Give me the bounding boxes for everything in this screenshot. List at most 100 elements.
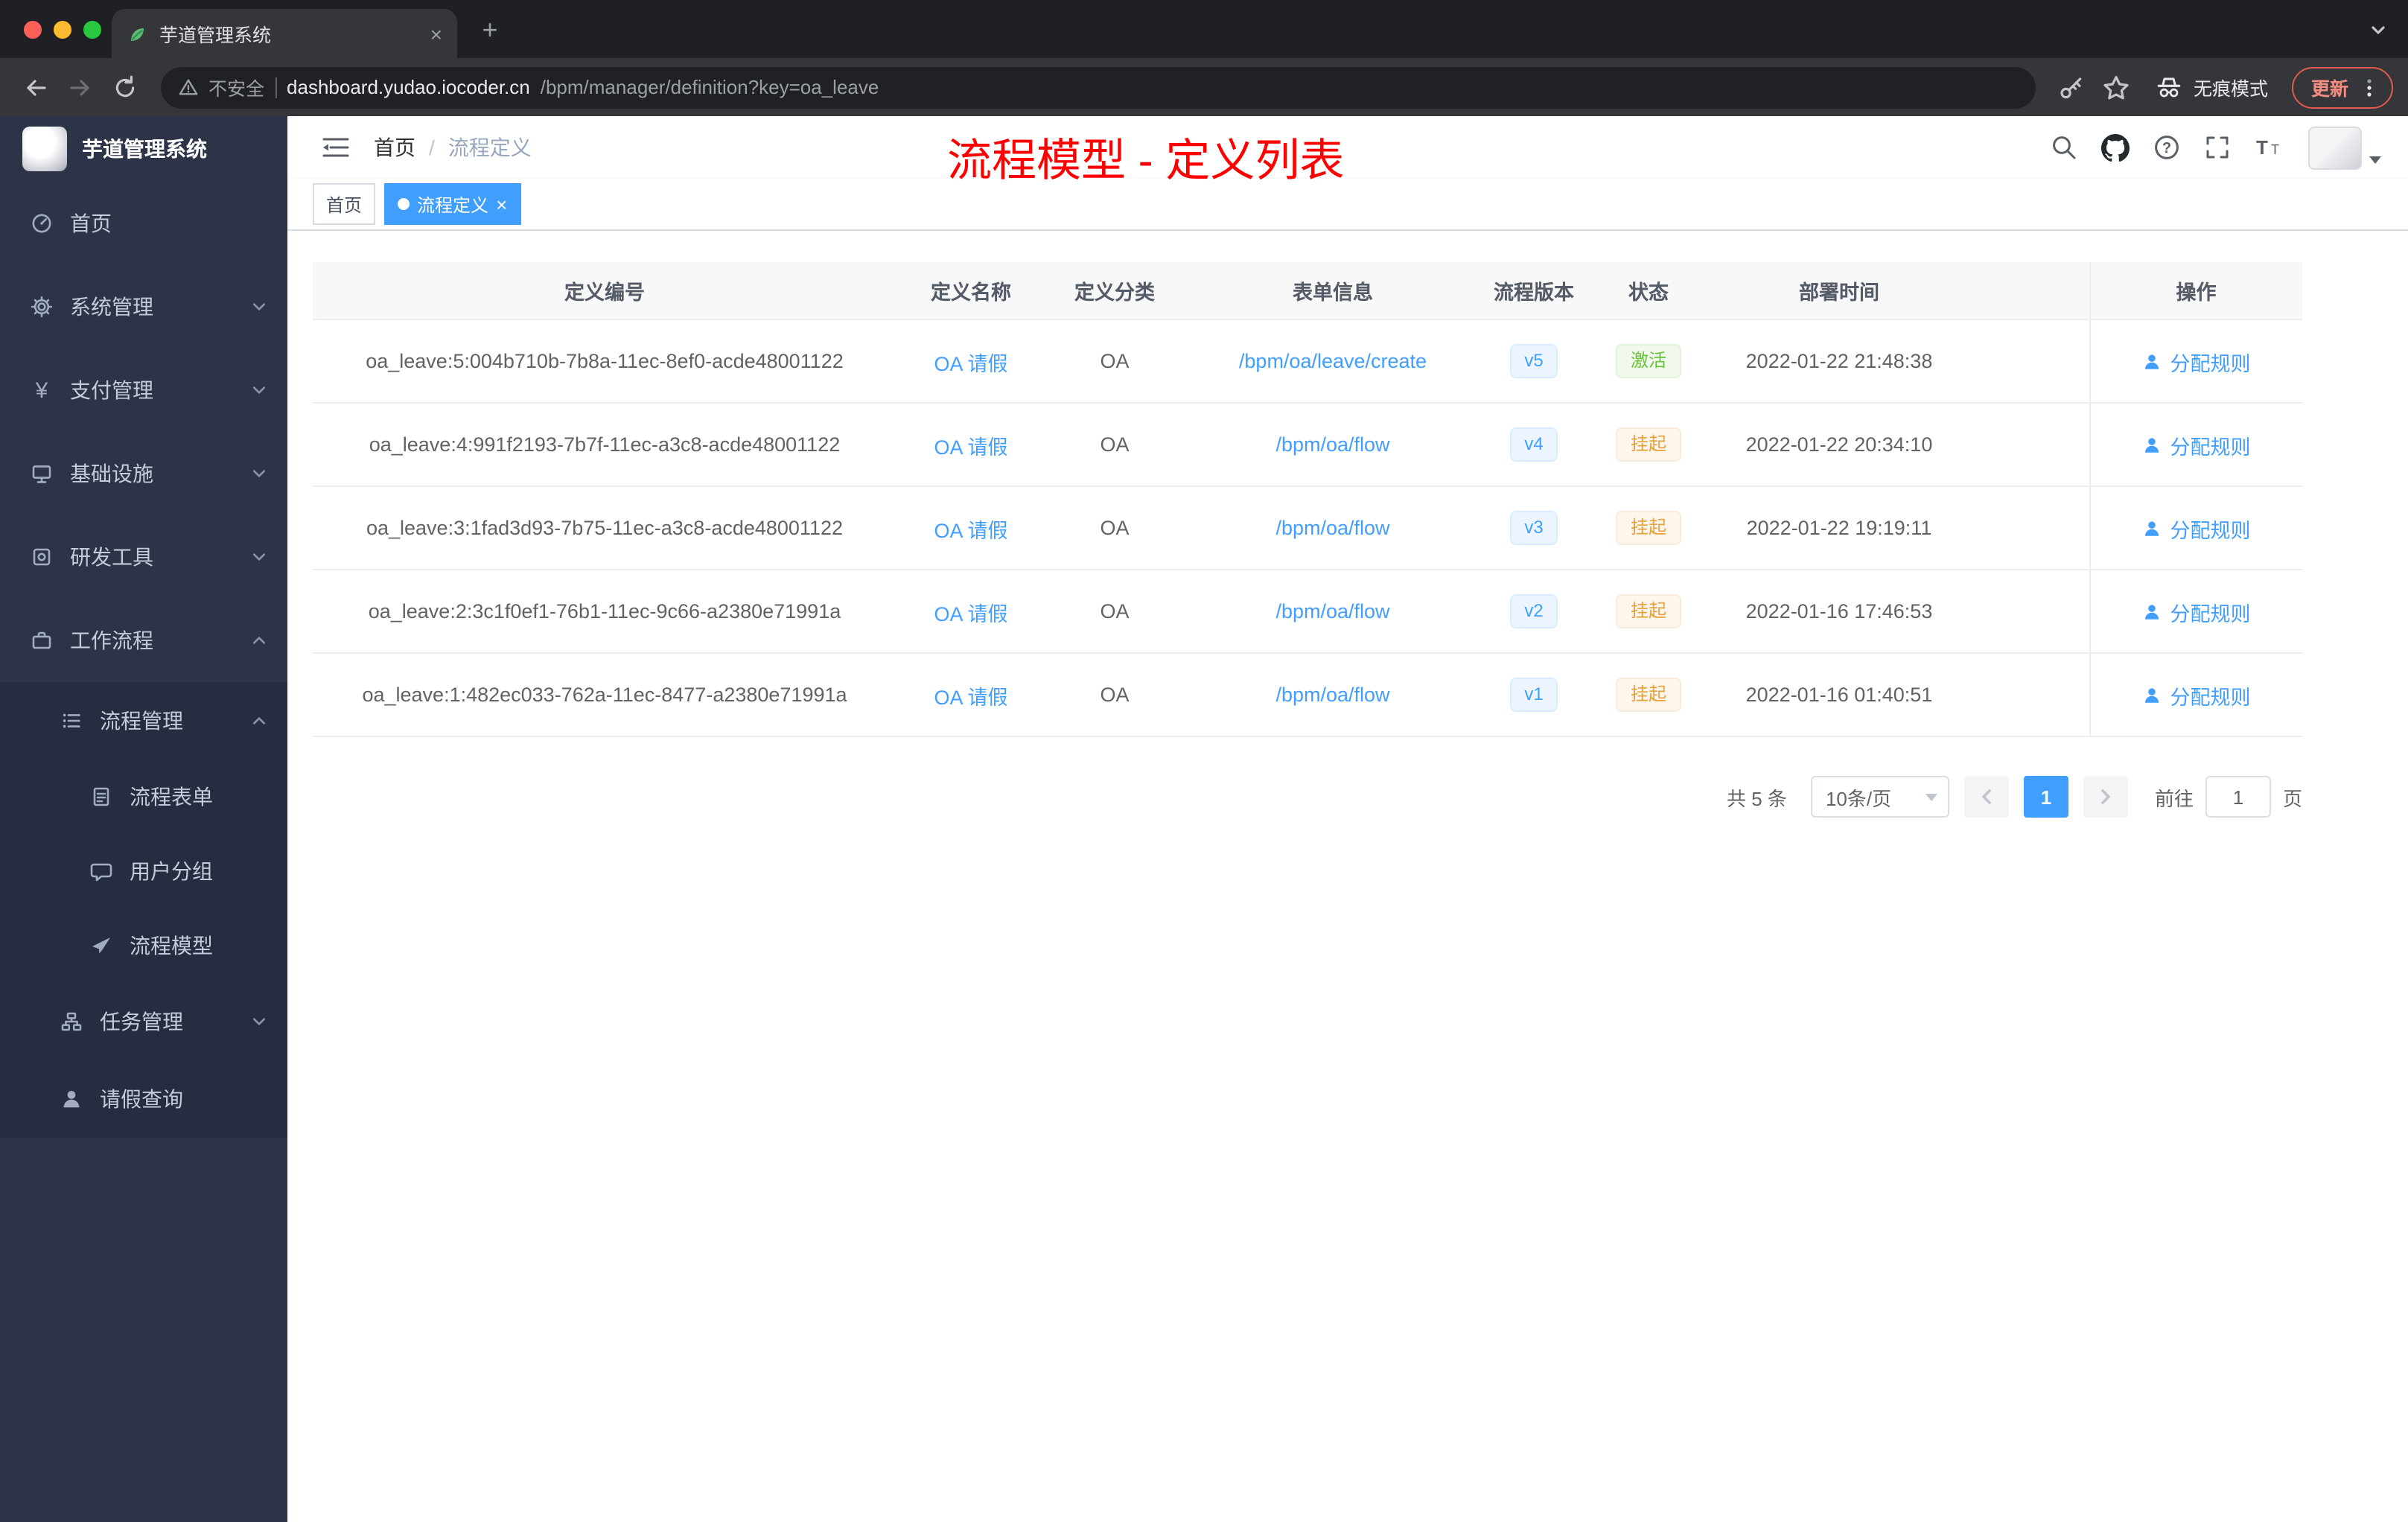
sidebar-item-process-model[interactable]: 流程模型 xyxy=(0,908,287,983)
definition-id: oa_leave:4:991f2193-7b7f-11ec-a3c8-acde4… xyxy=(313,403,896,487)
goto-unit: 页 xyxy=(2282,787,2302,809)
assign-rule-link[interactable]: 分配规则 xyxy=(2142,430,2251,459)
assign-rule-label: 分配规则 xyxy=(2170,436,2251,458)
address-bar[interactable]: 不安全 dashboard.yudao.iocoder.cn /bpm/mana… xyxy=(161,66,2036,108)
sidebar-item-user-group[interactable]: 用户分组 xyxy=(0,834,287,908)
definition-name-link[interactable]: OA 请假 xyxy=(934,519,1007,541)
definition-category: OA xyxy=(1045,403,1184,487)
row-spacer xyxy=(1967,319,2089,404)
sidebar-item-payment[interactable]: ¥ 支付管理 xyxy=(0,348,287,432)
briefcase-icon xyxy=(32,631,51,649)
person-icon xyxy=(2145,354,2159,369)
assign-rule-link[interactable]: 分配规则 xyxy=(2142,680,2251,710)
form-info-link[interactable]: /bpm/oa/flow xyxy=(1275,433,1389,456)
sidebar-item-label: 工作流程 xyxy=(70,628,153,652)
goto-page-input[interactable] xyxy=(2205,776,2271,818)
font-size-icon[interactable]: T T xyxy=(2255,134,2284,161)
assign-rule-label: 分配规则 xyxy=(2170,352,2251,375)
table-row: oa_leave:1:482ec033-762a-11ec-8477-a2380… xyxy=(313,653,2302,737)
caret-down-icon xyxy=(1925,794,1937,801)
assign-rule-link[interactable]: 分配规则 xyxy=(2142,513,2251,543)
breadcrumb-home[interactable]: 首页 xyxy=(374,133,415,162)
new-tab-button[interactable]: + xyxy=(474,13,506,46)
form-info-link[interactable]: /bpm/oa/leave/create xyxy=(1239,350,1427,372)
back-button[interactable] xyxy=(15,66,57,108)
total-count: 共 5 条 xyxy=(1727,787,1787,809)
person-icon xyxy=(2145,437,2159,452)
sidebar-item-label: 流程模型 xyxy=(130,934,213,958)
assign-rule-label: 分配规则 xyxy=(2170,602,2251,625)
close-tab-icon[interactable]: × xyxy=(430,23,442,44)
sidebar-item-label: 请假查询 xyxy=(100,1087,183,1111)
menu-fold-icon[interactable] xyxy=(322,136,350,159)
sidebar-item-process-form[interactable]: 流程表单 xyxy=(0,760,287,834)
page-number-current[interactable]: 1 xyxy=(2023,776,2068,818)
status-tag: 激活 xyxy=(1615,343,1681,379)
kebab-menu-icon[interactable] xyxy=(2359,77,2380,98)
definition-name-link[interactable]: OA 请假 xyxy=(934,686,1007,708)
svg-text:T: T xyxy=(2271,142,2279,157)
bookmark-star-icon[interactable] xyxy=(2095,66,2137,108)
zoom-window-button[interactable] xyxy=(83,21,101,39)
sidebar-item-devtools[interactable]: 研发工具 xyxy=(0,515,287,599)
definition-id: oa_leave:1:482ec033-762a-11ec-8477-a2380… xyxy=(313,653,896,737)
version-tag: v2 xyxy=(1509,593,1558,629)
column-header: 状态 xyxy=(1586,262,1711,320)
tab-title: 芋道管理系统 xyxy=(159,25,272,46)
forward-button[interactable] xyxy=(60,66,101,108)
page-size-select[interactable]: 10条/页 xyxy=(1810,776,1949,818)
definition-id: oa_leave:5:004b710b-7b8a-11ec-8ef0-acde4… xyxy=(313,319,896,404)
top-navbar: 首页 / 流程定义 流程模型 - 定义列表 ? T T xyxy=(287,116,2408,186)
avatar xyxy=(2308,126,2362,169)
form-info-link[interactable]: /bpm/oa/flow xyxy=(1275,517,1389,539)
sidebar-item-leave-query[interactable]: 请假查询 xyxy=(0,1060,287,1138)
close-tag-icon[interactable]: × xyxy=(496,194,507,214)
close-window-button[interactable] xyxy=(24,21,42,39)
minimize-window-button[interactable] xyxy=(54,21,71,39)
caret-down-icon xyxy=(2369,156,2381,163)
sidebar-item-workflow[interactable]: 工作流程 xyxy=(0,599,287,682)
tag-home[interactable]: 首页 xyxy=(313,183,376,225)
definition-name-link[interactable]: OA 请假 xyxy=(934,352,1007,375)
assign-rule-link[interactable]: 分配规则 xyxy=(2142,596,2251,626)
sidebar-item-system[interactable]: 系统管理 xyxy=(0,265,287,348)
person-icon xyxy=(2145,520,2159,535)
row-spacer xyxy=(1967,486,2089,570)
definition-id: oa_leave:3:1fad3d93-7b75-11ec-a3c8-acde4… xyxy=(313,486,896,570)
prev-page-button[interactable] xyxy=(1963,776,2009,818)
github-icon[interactable] xyxy=(2101,133,2130,162)
security-label: 不安全 xyxy=(208,79,265,100)
update-button[interactable]: 更新 xyxy=(2291,66,2393,108)
tag-process-definition[interactable]: 流程定义 × xyxy=(384,183,521,225)
sidebar-item-task-management[interactable]: 任务管理 xyxy=(0,983,287,1060)
assign-rule-link[interactable]: 分配规则 xyxy=(2142,346,2251,376)
version-tag: v4 xyxy=(1509,427,1558,462)
version-tag: v1 xyxy=(1509,677,1558,713)
sidebar-item-home[interactable]: 首页 xyxy=(0,182,287,265)
svg-text:T: T xyxy=(2256,136,2268,159)
form-info-link[interactable]: /bpm/oa/flow xyxy=(1275,684,1389,706)
sidebar-logo: 芋道管理系统 xyxy=(0,116,287,182)
deploy-time: 2022-01-22 19:19:11 xyxy=(1711,486,1967,570)
sidebar-item-infrastructure[interactable]: 基础设施 xyxy=(0,432,287,515)
browser-window: 芋道管理系统 × + 不安全 dashboard.yudao.iocoder.c… xyxy=(0,0,2408,1522)
logo-title: 芋道管理系统 xyxy=(82,137,207,161)
status-tag: 挂起 xyxy=(1615,427,1681,462)
next-page-button[interactable] xyxy=(2083,776,2128,818)
definition-name-link[interactable]: OA 请假 xyxy=(934,602,1007,625)
form-info-link[interactable]: /bpm/oa/flow xyxy=(1275,600,1389,623)
sidebar-item-process-management[interactable]: 流程管理 xyxy=(0,682,287,760)
fullscreen-icon[interactable] xyxy=(2204,134,2231,161)
toolbox-icon xyxy=(33,548,51,566)
reload-button[interactable] xyxy=(104,66,146,108)
workflow-submenu: 流程管理 流程表单 用户分组 流程模型 任务管理 请假查询 xyxy=(0,682,287,1138)
definition-id: oa_leave:2:3c1f0ef1-76b1-11ec-9c66-a2380… xyxy=(313,570,896,654)
search-icon[interactable] xyxy=(2051,134,2077,161)
definition-name-link[interactable]: OA 请假 xyxy=(934,436,1007,458)
browser-tab[interactable]: 芋道管理系统 × xyxy=(112,9,457,58)
incognito-label: 无痕模式 xyxy=(2193,79,2268,100)
tab-search-chevron-icon[interactable] xyxy=(2369,19,2387,46)
user-avatar-menu[interactable] xyxy=(2308,126,2381,169)
password-key-icon[interactable] xyxy=(2051,66,2092,108)
help-icon[interactable]: ? xyxy=(2153,134,2180,161)
